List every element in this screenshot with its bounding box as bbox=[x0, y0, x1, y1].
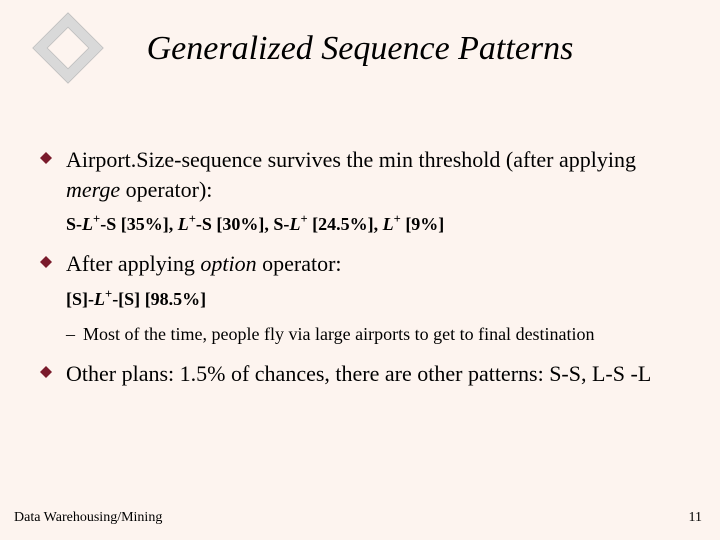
pat-frag: -S bbox=[196, 214, 212, 234]
sub-item-dash: – Most of the time, people fly via large… bbox=[66, 324, 680, 345]
pat-frag: L bbox=[82, 214, 93, 234]
pat-sup: + bbox=[394, 212, 401, 226]
pat-frag: L bbox=[383, 214, 394, 234]
pat-frag: S- bbox=[273, 214, 289, 234]
bullet-item: After applying option operator: bbox=[40, 249, 680, 279]
slide: Generalized Sequence Patterns Airport.Si… bbox=[0, 0, 720, 540]
sub-item: [S]-L+-[S] [98.5%] bbox=[66, 289, 680, 310]
slide-body: Airport.Size-sequence survives the min t… bbox=[40, 145, 680, 395]
text-emphasis: merge bbox=[66, 177, 120, 202]
bullet-text: Other plans: 1.5% of chances, there are … bbox=[66, 359, 680, 389]
diamond-bullet-icon bbox=[40, 366, 52, 378]
pat-frag: L bbox=[94, 289, 105, 309]
text-fragment: operator: bbox=[257, 251, 342, 276]
pat-frag: [24.5%], bbox=[308, 214, 383, 234]
pat-sup: + bbox=[300, 212, 307, 226]
pat-frag: [35%], bbox=[116, 214, 178, 234]
text-emphasis: option bbox=[200, 251, 256, 276]
slide-number: 11 bbox=[689, 510, 702, 526]
pat-frag: [9%] bbox=[401, 214, 445, 234]
text-fragment: After applying bbox=[66, 251, 200, 276]
pat-frag: [98.5%] bbox=[140, 289, 206, 309]
text-fragment: Airport.Size-sequence survives the min t… bbox=[66, 147, 636, 172]
pat-frag: S- bbox=[66, 214, 82, 234]
pat-frag: L bbox=[289, 214, 300, 234]
sub-text: Most of the time, people fly via large a… bbox=[83, 324, 595, 345]
pat-frag: -S bbox=[100, 214, 116, 234]
slide-title: Generalized Sequence Patterns bbox=[0, 30, 720, 68]
pat-frag: [S]- bbox=[66, 289, 94, 309]
pat-frag: -[S] bbox=[112, 289, 140, 309]
footer-left: Data Warehousing/Mining bbox=[14, 510, 162, 526]
diamond-bullet-icon bbox=[40, 152, 52, 164]
dash-bullet-icon: – bbox=[66, 324, 75, 345]
diamond-bullet-icon bbox=[40, 256, 52, 268]
bullet-text: Airport.Size-sequence survives the min t… bbox=[66, 145, 680, 204]
bullet-item: Other plans: 1.5% of chances, there are … bbox=[40, 359, 680, 389]
text-fragment: operator): bbox=[120, 177, 212, 202]
bullet-text: After applying option operator: bbox=[66, 249, 680, 279]
bullet-item: Airport.Size-sequence survives the min t… bbox=[40, 145, 680, 204]
pat-frag: [30%], bbox=[212, 214, 274, 234]
sub-item: S-L+-S [35%], L+-S [30%], S-L+ [24.5%], … bbox=[66, 214, 680, 235]
pat-sup: + bbox=[189, 212, 196, 226]
pat-frag: L bbox=[178, 214, 189, 234]
